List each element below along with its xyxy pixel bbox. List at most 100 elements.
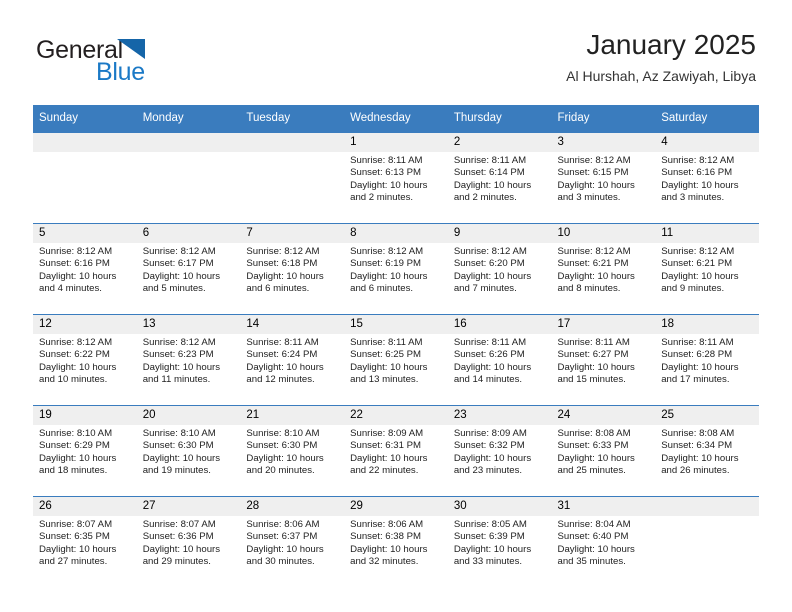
daylight-duration-line1: Daylight: 10 hours bbox=[661, 179, 739, 191]
weekday-header-friday: Friday bbox=[551, 105, 656, 133]
day-number: 30 bbox=[447, 497, 552, 516]
daylight-duration-line1: Daylight: 10 hours bbox=[453, 270, 532, 282]
calendar-day-cell[interactable]: 1 Sunrise: 8:11 AM Sunset: 6:13 PM Daylight… bbox=[344, 132, 448, 224]
calendar-day-cell[interactable]: 31 Sunrise: 8:04 AM Sunset: 6:40 PM Dayligh… bbox=[551, 496, 656, 587]
calendar-day-cell[interactable]: 20 Sunrise: 8:10 AM Sunset: 6:30 PM Dayligh… bbox=[136, 405, 241, 497]
calendar-day-cell[interactable]: 16 Sunrise: 8:11 AM Sunset: 6:26 PM Dayligh… bbox=[447, 314, 552, 406]
day-number: 17 bbox=[551, 315, 656, 334]
day-number: 14 bbox=[240, 315, 345, 334]
day-details: Sunrise: 8:12 AM Sunset: 6:22 PM Daylight:… bbox=[33, 334, 137, 387]
sunrise-time: Sunrise: 8:12 AM bbox=[39, 337, 113, 348]
calendar-day-cell-empty bbox=[240, 132, 345, 224]
day-number: 27 bbox=[136, 497, 241, 516]
day-number bbox=[655, 497, 759, 516]
daylight-duration-line1: Daylight: 10 hours bbox=[557, 452, 635, 464]
daylight-duration-line1: Daylight: 10 hours bbox=[453, 452, 532, 464]
calendar-day-cell[interactable]: 10 Sunrise: 8:12 AM Sunset: 6:21 PM Dayligh… bbox=[551, 223, 656, 315]
calendar-day-cell[interactable]: 19 Sunrise: 8:10 AM Sunset: 6:29 PM Dayligh… bbox=[33, 405, 137, 497]
calendar-day-cell[interactable]: 18 Sunrise: 8:11 AM Sunset: 6:28 PM Dayligh… bbox=[655, 314, 759, 406]
day-number bbox=[136, 133, 241, 152]
day-number: 4 bbox=[655, 133, 759, 152]
day-details: Sunrise: 8:05 AM Sunset: 6:39 PM Daylight:… bbox=[448, 516, 552, 569]
calendar-day-cell[interactable]: 6 Sunrise: 8:12 AM Sunset: 6:17 PM Daylight… bbox=[136, 223, 241, 315]
day-details: Sunrise: 8:11 AM Sunset: 6:13 PM Daylight:… bbox=[344, 152, 448, 205]
calendar-day-cell[interactable]: 7 Sunrise: 8:12 AM Sunset: 6:18 PM Daylight… bbox=[240, 223, 345, 315]
daylight-duration-line1: Daylight: 10 hours bbox=[142, 361, 221, 373]
calendar-day-cell[interactable]: 2 Sunrise: 8:11 AM Sunset: 6:14 PM Daylight… bbox=[447, 132, 552, 224]
sunset-time: Sunset: 6:23 PM bbox=[142, 349, 214, 361]
sunrise-time: Sunrise: 8:08 AM bbox=[557, 428, 631, 439]
day-number: 25 bbox=[655, 406, 759, 425]
day-details: Sunrise: 8:04 AM Sunset: 6:40 PM Daylight:… bbox=[552, 516, 656, 569]
calendar-day-cell[interactable]: 22 Sunrise: 8:09 AM Sunset: 6:31 PM Dayligh… bbox=[344, 405, 448, 497]
calendar-day-cell[interactable]: 8 Sunrise: 8:12 AM Sunset: 6:19 PM Daylight… bbox=[344, 223, 448, 315]
calendar-day-cell[interactable]: 4 Sunrise: 8:12 AM Sunset: 6:16 PM Daylight… bbox=[655, 132, 759, 224]
daylight-duration-line2: and 25 minutes. bbox=[557, 465, 626, 477]
calendar-day-cell[interactable]: 14 Sunrise: 8:11 AM Sunset: 6:24 PM Dayligh… bbox=[240, 314, 345, 406]
daylight-duration-line2: and 30 minutes. bbox=[246, 556, 315, 568]
calendar-day-cell[interactable]: 9 Sunrise: 8:12 AM Sunset: 6:20 PM Daylight… bbox=[447, 223, 552, 315]
daylight-duration-line2: and 35 minutes. bbox=[557, 556, 626, 568]
calendar-day-cell[interactable]: 21 Sunrise: 8:10 AM Sunset: 6:30 PM Dayligh… bbox=[240, 405, 345, 497]
sunrise-sunset-calendar: Sunday Monday Tuesday Wednesday Thursday… bbox=[33, 105, 759, 587]
sunset-time: Sunset: 6:33 PM bbox=[557, 440, 629, 452]
daylight-duration-line2: and 12 minutes. bbox=[246, 374, 315, 386]
sunset-time: Sunset: 6:26 PM bbox=[453, 349, 525, 361]
daylight-duration-line1: Daylight: 10 hours bbox=[350, 452, 428, 464]
day-details: Sunrise: 8:12 AM Sunset: 6:16 PM Daylight:… bbox=[655, 152, 759, 205]
daylight-duration-line2: and 13 minutes. bbox=[350, 374, 419, 386]
sunrise-time: Sunrise: 8:10 AM bbox=[39, 428, 113, 439]
daylight-duration-line1: Daylight: 10 hours bbox=[142, 270, 221, 282]
sunrise-time: Sunrise: 8:12 AM bbox=[142, 337, 216, 348]
calendar-day-cell[interactable]: 13 Sunrise: 8:12 AM Sunset: 6:23 PM Dayligh… bbox=[136, 314, 241, 406]
daylight-duration-line2: and 14 minutes. bbox=[453, 374, 523, 386]
sunset-time: Sunset: 6:39 PM bbox=[453, 531, 525, 543]
sunset-time: Sunset: 6:15 PM bbox=[557, 167, 629, 179]
calendar-day-cell[interactable]: 3 Sunrise: 8:12 AM Sunset: 6:15 PM Daylight… bbox=[551, 132, 656, 224]
page-header: General Blue January 2025 Al Hurshah, Az… bbox=[36, 28, 756, 96]
calendar-day-cell[interactable]: 28 Sunrise: 8:06 AM Sunset: 6:37 PM Dayligh… bbox=[240, 496, 345, 587]
sunset-time: Sunset: 6:20 PM bbox=[453, 258, 525, 270]
calendar-day-cell[interactable]: 12 Sunrise: 8:12 AM Sunset: 6:22 PM Dayligh… bbox=[33, 314, 137, 406]
sunrise-time: Sunrise: 8:05 AM bbox=[453, 519, 527, 530]
calendar-day-cell[interactable]: 25 Sunrise: 8:08 AM Sunset: 6:34 PM Dayligh… bbox=[655, 405, 759, 497]
general-blue-logo: General Blue bbox=[36, 36, 266, 92]
daylight-duration-line1: Daylight: 10 hours bbox=[142, 543, 221, 555]
day-number: 29 bbox=[344, 497, 448, 516]
calendar-day-cell[interactable]: 15 Sunrise: 8:11 AM Sunset: 6:25 PM Dayligh… bbox=[344, 314, 448, 406]
day-number: 21 bbox=[240, 406, 345, 425]
calendar-day-cell[interactable]: 24 Sunrise: 8:08 AM Sunset: 6:33 PM Dayligh… bbox=[551, 405, 656, 497]
calendar-day-cell[interactable]: 11 Sunrise: 8:12 AM Sunset: 6:21 PM Dayligh… bbox=[655, 223, 759, 315]
sunrise-time: Sunrise: 8:12 AM bbox=[142, 246, 216, 257]
daylight-duration-line2: and 3 minutes. bbox=[661, 192, 725, 204]
sunset-time: Sunset: 6:32 PM bbox=[453, 440, 525, 452]
sunset-time: Sunset: 6:31 PM bbox=[350, 440, 422, 452]
daylight-duration-line1: Daylight: 10 hours bbox=[246, 361, 324, 373]
day-number: 8 bbox=[344, 224, 448, 243]
daylight-duration-line1: Daylight: 10 hours bbox=[557, 543, 635, 555]
daylight-duration-line1: Daylight: 10 hours bbox=[246, 452, 324, 464]
day-details: Sunrise: 8:08 AM Sunset: 6:33 PM Daylight:… bbox=[552, 425, 656, 478]
calendar-day-cell[interactable]: 27 Sunrise: 8:07 AM Sunset: 6:36 PM Dayligh… bbox=[136, 496, 241, 587]
calendar-day-cell[interactable]: 17 Sunrise: 8:11 AM Sunset: 6:27 PM Dayligh… bbox=[551, 314, 656, 406]
weekday-header-row: Sunday Monday Tuesday Wednesday Thursday… bbox=[33, 105, 759, 133]
sunrise-time: Sunrise: 8:11 AM bbox=[453, 155, 527, 166]
sunrise-time: Sunrise: 8:12 AM bbox=[39, 246, 113, 257]
day-number: 18 bbox=[655, 315, 759, 334]
day-details: Sunrise: 8:11 AM Sunset: 6:14 PM Daylight:… bbox=[448, 152, 552, 205]
day-details: Sunrise: 8:08 AM Sunset: 6:34 PM Daylight:… bbox=[655, 425, 759, 478]
day-number: 12 bbox=[33, 315, 137, 334]
daylight-duration-line2: and 10 minutes. bbox=[39, 374, 108, 386]
day-details: Sunrise: 8:12 AM Sunset: 6:15 PM Daylight:… bbox=[552, 152, 656, 205]
day-number: 1 bbox=[344, 133, 448, 152]
day-details: Sunrise: 8:09 AM Sunset: 6:32 PM Daylight:… bbox=[448, 425, 552, 478]
calendar-day-cell[interactable]: 29 Sunrise: 8:06 AM Sunset: 6:38 PM Dayligh… bbox=[344, 496, 448, 587]
calendar-day-cell[interactable]: 30 Sunrise: 8:05 AM Sunset: 6:39 PM Dayligh… bbox=[447, 496, 552, 587]
logo-text-blue: Blue bbox=[96, 58, 145, 86]
calendar-day-cell[interactable]: 23 Sunrise: 8:09 AM Sunset: 6:32 PM Dayligh… bbox=[447, 405, 552, 497]
sunrise-time: Sunrise: 8:12 AM bbox=[661, 155, 735, 166]
daylight-duration-line1: Daylight: 10 hours bbox=[661, 361, 739, 373]
calendar-day-cell[interactable]: 26 Sunrise: 8:07 AM Sunset: 6:35 PM Dayligh… bbox=[33, 496, 137, 587]
calendar-day-cell[interactable]: 5 Sunrise: 8:12 AM Sunset: 6:16 PM Daylight… bbox=[33, 223, 137, 315]
daylight-duration-line1: Daylight: 10 hours bbox=[246, 543, 324, 555]
